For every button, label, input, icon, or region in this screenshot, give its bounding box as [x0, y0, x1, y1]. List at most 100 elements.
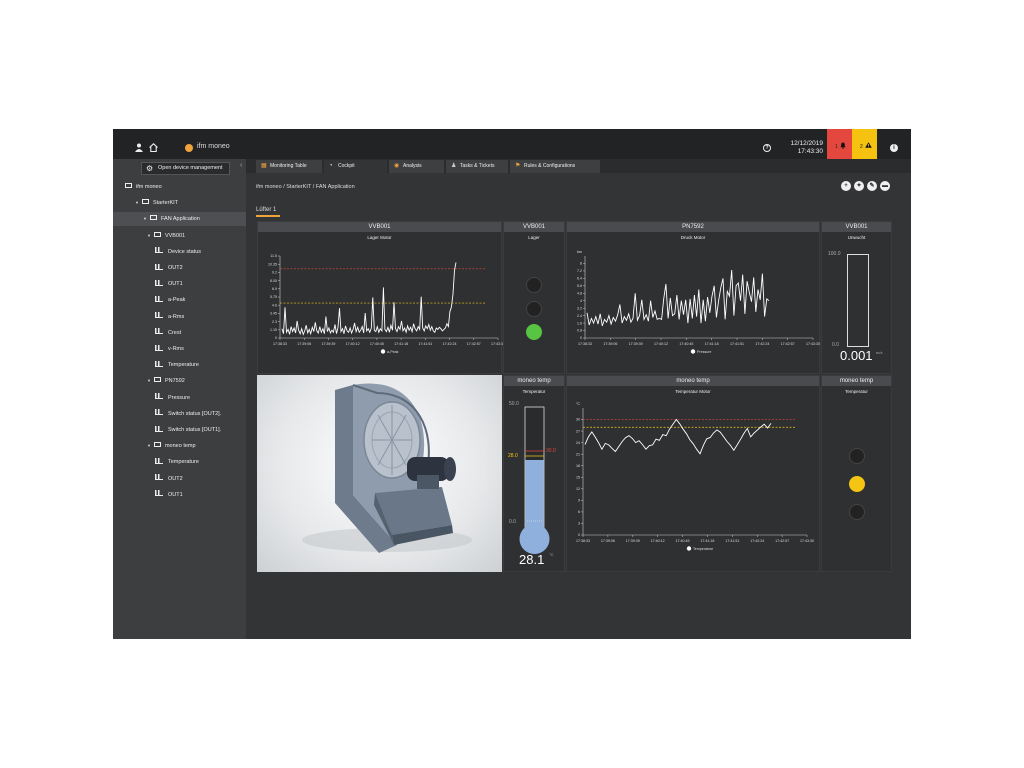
tree-item[interactable]: ▼ StarterKIT: [135, 196, 178, 210]
alarm-error-button[interactable]: 1: [827, 129, 852, 159]
add-icon[interactable]: +: [841, 181, 851, 191]
tree-item[interactable]: Temperature: [155, 455, 199, 469]
y-tick-label: 4.6: [272, 303, 277, 307]
home-icon[interactable]: [149, 143, 158, 156]
x-tick-label: 17:42:57: [467, 342, 481, 346]
x-tick-label: 17:42:57: [775, 539, 789, 543]
legend-marker: [686, 546, 692, 551]
edit-icon[interactable]: ✎: [867, 181, 877, 191]
legend-label: Temperature: [693, 547, 713, 551]
y-tick-label: 11.5: [270, 254, 277, 258]
legend-marker: [380, 349, 386, 354]
tree-item-label: moneo temp: [164, 443, 196, 450]
y-tick-label: 0.8: [577, 329, 582, 333]
caret-down-icon: ▼: [135, 200, 139, 206]
user-icon[interactable]: [135, 143, 143, 156]
tree-item[interactable]: ▼ moneo temp: [147, 439, 196, 453]
tree-item[interactable]: ifm moneo: [125, 180, 162, 194]
x-tick-label: 17:39:06: [297, 342, 311, 346]
x-tick-label: 17:42:24: [755, 342, 769, 346]
rules-icon: ⚑: [515, 163, 521, 169]
dashboard-tab[interactable]: Lüfter 1: [256, 207, 276, 213]
help-icon[interactable]: ?: [763, 144, 771, 152]
collapse-sidebar-icon[interactable]: ‹: [240, 162, 242, 169]
tree-item-label: v-Rms: [168, 346, 184, 352]
y-tick-label: 27: [576, 429, 580, 433]
info-icon[interactable]: i: [890, 144, 898, 152]
x-tick-label: 17:38:33: [576, 539, 590, 543]
tab-monitoring-table[interactable]: ▦ Monitoring Table: [256, 160, 322, 173]
open-device-management-button[interactable]: ⚙ Open device management: [141, 162, 230, 175]
tree-item[interactable]: ▼ FAN Application: [113, 212, 246, 227]
x-tick-label: 17:40:45: [370, 342, 384, 346]
tree-item-label: Crest: [168, 329, 182, 336]
app-window: ifm moneo ? 12/12/2019 17:43:30 1 2 i ‹ …: [113, 129, 911, 639]
tree-item[interactable]: OUT2: [155, 472, 183, 486]
series-line: [281, 262, 457, 336]
header-date: 12/12/2019: [790, 140, 823, 147]
datapoint-icon: [155, 360, 163, 367]
datapoint-icon: [155, 328, 163, 335]
series-line: [586, 269, 770, 327]
gauge-max-label: 100.0: [828, 251, 841, 257]
datapoint-icon: [155, 490, 163, 497]
open-device-management-label: Open device management: [158, 165, 223, 171]
legend-label: Pressure: [697, 350, 711, 354]
tab-analysis[interactable]: ◉ Analysis: [389, 160, 444, 173]
y-tick-label: 4: [580, 299, 582, 303]
panel-title: Lager: [528, 235, 540, 240]
tree-item[interactable]: OUT1: [155, 488, 183, 502]
tree-item-label: Switch status [OUT2].: [168, 410, 222, 417]
tree-item[interactable]: Device status: [155, 245, 201, 259]
tree-item[interactable]: Pressure: [155, 391, 190, 405]
datapoint-icon: [155, 474, 163, 481]
datapoint-icon: [155, 247, 163, 254]
x-tick-label: 17:42:24: [443, 342, 457, 346]
y-tick-label: 3.45: [270, 312, 277, 316]
y-tick-label: 2.3: [272, 320, 277, 324]
ifm-logo-icon: [185, 144, 193, 152]
status-lamp-bottom: [849, 504, 865, 520]
x-tick-label: 17:41:51: [730, 342, 744, 346]
status-lamp-bottom: [526, 324, 542, 340]
x-tick-label: 17:41:51: [725, 539, 739, 543]
alarm-warning-button[interactable]: 2: [852, 129, 877, 159]
tree-item[interactable]: ▼ VVB001: [147, 229, 185, 243]
tree-item[interactable]: OUT2: [155, 261, 183, 275]
tree-item[interactable]: Switch status [OUT2].: [155, 407, 221, 421]
tab-tasks-tickets[interactable]: ♟ Tasks & Tickets: [446, 160, 508, 173]
y-tick-label: 1.15: [270, 328, 277, 332]
thermometer-yellow-limit-label: 28.0: [508, 453, 518, 459]
y-tick-label: 3.2: [577, 306, 582, 310]
y-axis-unit: °C: [576, 402, 580, 406]
device-icon: [153, 377, 161, 383]
pn7592-chart-panel: PN7592 Druck Motor 8 7.2 6.4 5.6 4.8 4 3.2 2.4 1…: [566, 221, 820, 374]
panel-header: VVB001: [504, 222, 564, 232]
x-tick-label: 17:41:18: [394, 342, 408, 346]
device-icon: [149, 215, 157, 221]
thermometer-red-limit-label: 30.0: [546, 448, 556, 454]
tree-item[interactable]: OUT1: [155, 277, 183, 291]
tree-item[interactable]: a-Peak: [155, 293, 185, 307]
thermometer-value: 28.1: [519, 552, 545, 567]
device-icon: [153, 442, 161, 448]
pin-icon[interactable]: ✦: [854, 181, 864, 191]
tab-cockpit[interactable]: ◔ Cockpit: [324, 160, 387, 173]
tree-item[interactable]: Switch status [OUT1].: [155, 423, 221, 437]
x-tick-label: 17:38:33: [578, 342, 592, 346]
y-tick-label: 9.2: [272, 271, 277, 275]
tab-label: Monitoring Table: [270, 163, 307, 169]
tree-item[interactable]: Temperature: [155, 358, 199, 372]
thermometer-bulb: [519, 524, 550, 554]
tree-item[interactable]: v-Rms: [155, 342, 184, 356]
gauge-value: 0.001: [840, 348, 873, 363]
tree-item[interactable]: Crest: [155, 326, 181, 340]
tab-rules-configurations[interactable]: ⚑ Rules & Configurations: [510, 160, 600, 173]
thermometer-max-label: 50.0: [509, 401, 519, 407]
tree-item[interactable]: ▼ PN7592: [147, 374, 185, 388]
tree-item[interactable]: a-Rms: [155, 310, 184, 324]
delete-icon[interactable]: ▬: [880, 181, 890, 191]
x-tick-label: 17:43:30: [800, 539, 814, 543]
y-tick-label: 6.4: [577, 277, 582, 281]
thermometer-fill: [525, 459, 544, 532]
